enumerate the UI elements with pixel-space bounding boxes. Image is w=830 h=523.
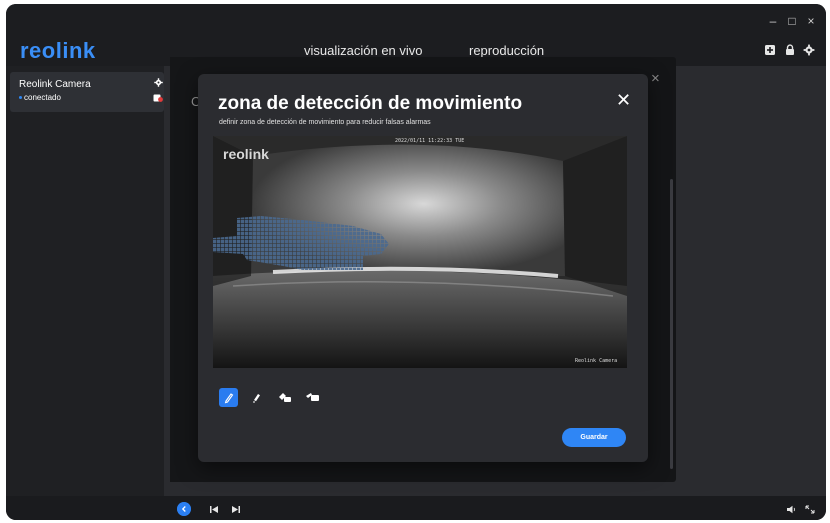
- maximize-button[interactable]: □: [784, 14, 800, 28]
- dialog-title: zona de detección de movimiento: [218, 93, 523, 114]
- dialog-close-button[interactable]: ✕: [616, 90, 632, 110]
- video-camera-label: Reolink Camera: [575, 358, 618, 364]
- next-icon[interactable]: [231, 505, 241, 514]
- collapse-sidebar-button[interactable]: [177, 502, 191, 516]
- settings-close-button[interactable]: ×: [651, 70, 660, 87]
- video-timestamp: 2022/01/11 11:22:33 TUE: [395, 138, 465, 144]
- dialog-subtitle: definir zona de detección de movimiento …: [219, 119, 431, 126]
- camera-status-label: conectado: [24, 93, 61, 102]
- status-dot-icon: [19, 96, 22, 100]
- previous-icon[interactable]: [209, 505, 219, 514]
- tab-live-view[interactable]: visualización en vivo: [304, 43, 423, 58]
- gear-icon[interactable]: [803, 44, 815, 56]
- pencil-icon[interactable]: [219, 388, 238, 407]
- select-all-icon[interactable]: [303, 388, 322, 407]
- motion-zone-grid[interactable]: [213, 136, 627, 368]
- lock-icon[interactable]: [784, 44, 796, 56]
- tab-playback[interactable]: reproducción: [469, 43, 544, 58]
- record-icon[interactable]: [153, 94, 163, 102]
- camera-preview[interactable]: 2022/01/11 11:22:33 TUE reolink Reolink …: [213, 136, 627, 368]
- settings-scrollbar[interactable]: [670, 179, 673, 469]
- sidebar: Reolink Camera conectado: [6, 66, 164, 496]
- reolink-logo: reolink: [20, 38, 96, 63]
- minimize-button[interactable]: –: [765, 14, 781, 28]
- clear-all-icon[interactable]: [275, 388, 294, 407]
- camera-settings-icon[interactable]: [154, 78, 163, 87]
- close-window-button[interactable]: ×: [803, 14, 819, 28]
- volume-icon[interactable]: [786, 505, 796, 514]
- fullscreen-icon[interactable]: [805, 505, 815, 514]
- motion-zone-dialog: zona de detección de movimiento definir …: [198, 74, 648, 462]
- video-watermark-logo: reolink: [223, 146, 269, 162]
- add-device-icon[interactable]: [764, 44, 776, 56]
- camera-name: Reolink Camera: [19, 79, 91, 90]
- save-button[interactable]: Guardar: [562, 428, 626, 447]
- app-window: reolink visualización en vivo reproducci…: [6, 4, 826, 520]
- sidebar-item-camera[interactable]: Reolink Camera conectado: [10, 72, 164, 112]
- camera-status: conectado: [19, 93, 61, 102]
- eraser-icon[interactable]: [247, 388, 266, 407]
- bottom-bar: [6, 496, 826, 520]
